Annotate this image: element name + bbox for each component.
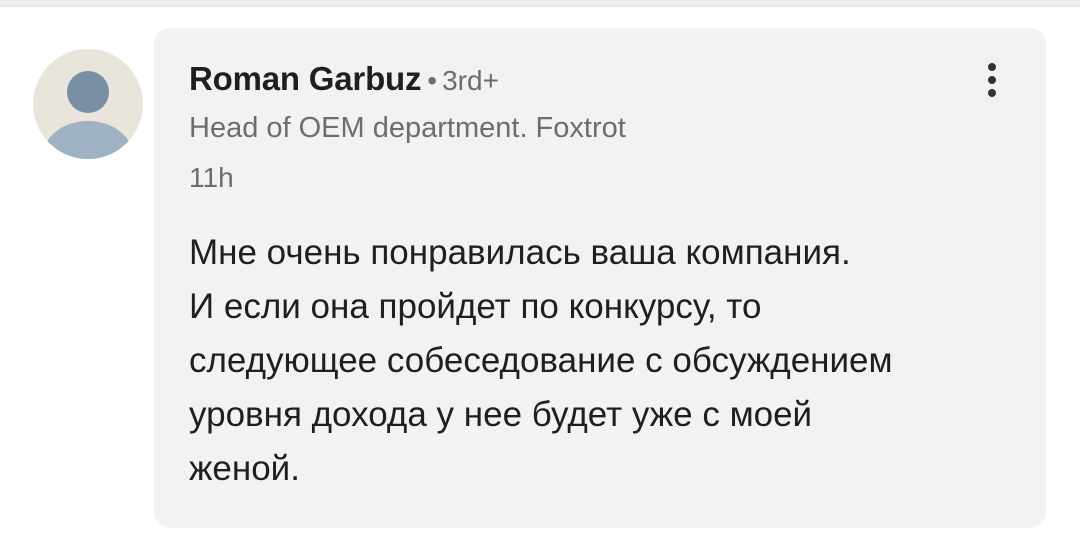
- author-headline: Head of OEM department. Foxtrot: [189, 112, 626, 144]
- more-options-button[interactable]: [974, 58, 1010, 102]
- separator-dot: •: [427, 65, 438, 96]
- vertical-ellipsis-icon-dot-middle: [988, 76, 996, 84]
- comment-timestamp: 11h: [189, 162, 234, 193]
- comment-text: Мне очень понравилась ваша компания. И е…: [189, 226, 1019, 496]
- avatar-head: [67, 71, 109, 113]
- top-divider: [0, 0, 1080, 7]
- author-row: Roman Garbuz • 3rd+: [189, 60, 499, 98]
- vertical-ellipsis-icon-dot-top: [988, 63, 996, 71]
- comment-line-3: следующее собеседование с обсуждением: [189, 341, 893, 380]
- comment-line-4: уровня дохода у нее будет уже с моей: [189, 395, 813, 434]
- comment-line-2: И если она пройдет по конкурсу, то: [189, 287, 762, 326]
- vertical-ellipsis-icon-dot-bottom: [988, 89, 996, 97]
- author-name[interactable]: Roman Garbuz: [189, 60, 421, 97]
- comment-bubble: Roman Garbuz • 3rd+ Head of OEM department…: [154, 28, 1046, 528]
- avatar-body: [43, 121, 133, 159]
- connection-degree: 3rd+: [442, 65, 499, 96]
- comment-line-1: Мне очень понравилась ваша компания.: [189, 233, 851, 272]
- author-avatar[interactable]: [33, 49, 143, 159]
- comment-line-5: женой.: [189, 449, 300, 488]
